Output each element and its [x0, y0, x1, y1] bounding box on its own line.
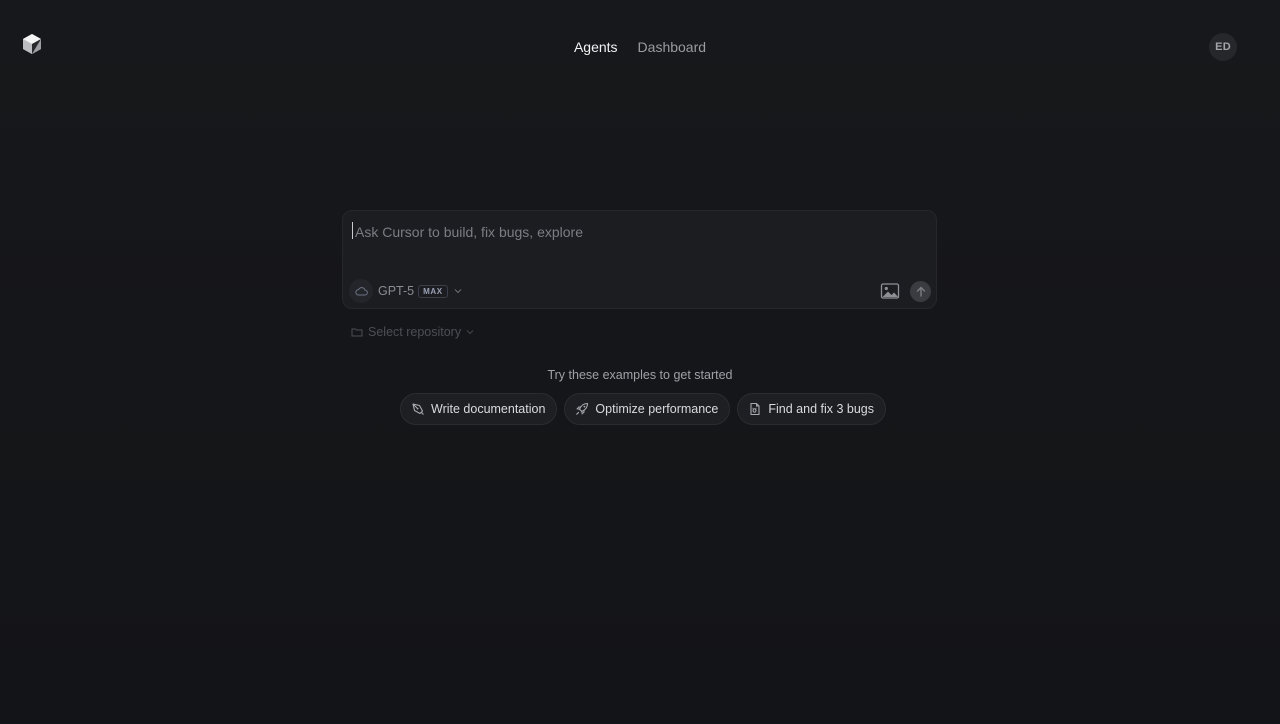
rocket-icon	[576, 402, 589, 415]
text-caret	[352, 222, 353, 239]
environment-button[interactable]	[349, 279, 373, 303]
nav-agents[interactable]: Agents	[574, 38, 618, 56]
cloud-icon	[354, 287, 368, 296]
folder-icon	[351, 328, 363, 337]
file-bug-icon	[750, 402, 760, 416]
max-badge: MAX	[418, 284, 448, 298]
user-avatar[interactable]: ED	[1209, 33, 1237, 61]
prompt-input[interactable]	[353, 222, 925, 262]
example-label: Write documentation	[431, 402, 546, 416]
example-find-and-fix-bugs[interactable]: Find and fix 3 bugs	[737, 393, 887, 425]
pen-nib-icon	[412, 403, 424, 415]
send-button[interactable]	[910, 281, 931, 302]
nav-dashboard[interactable]: Dashboard	[638, 38, 707, 56]
example-optimize-performance[interactable]: Optimize performance	[564, 393, 731, 425]
arrow-up-icon	[916, 286, 925, 297]
model-name: GPT-5	[378, 284, 415, 298]
repository-selector[interactable]: Select repository	[351, 325, 474, 339]
model-selector[interactable]: GPT-5 MAX	[378, 284, 462, 298]
chevron-down-icon	[466, 330, 474, 335]
repository-label: Select repository	[368, 325, 462, 339]
example-label: Find and fix 3 bugs	[768, 402, 875, 416]
example-label: Optimize performance	[595, 402, 719, 416]
top-nav: Agents Dashboard	[0, 38, 1280, 56]
examples-title: Try these examples to get started	[547, 368, 733, 382]
agents-page: Agents Dashboard ED GPT-5 MAX Select re	[0, 0, 1280, 724]
image-icon[interactable]	[880, 282, 900, 300]
example-chips: Write documentation Optimize performance…	[400, 393, 887, 425]
chevron-down-icon	[454, 289, 462, 294]
example-write-documentation[interactable]: Write documentation	[400, 393, 558, 425]
